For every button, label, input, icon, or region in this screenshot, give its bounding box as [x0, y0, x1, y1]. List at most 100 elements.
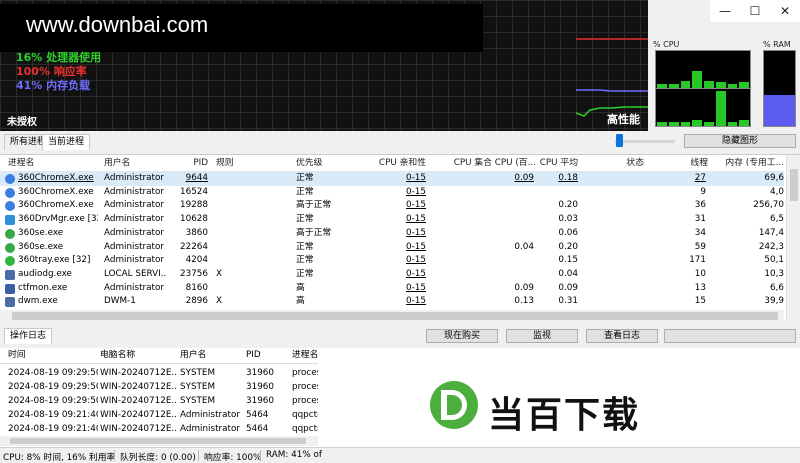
process-affinity: 0-15 — [406, 268, 426, 279]
process-cpu-avg: 0.03 — [558, 214, 578, 225]
log-col-process[interactable]: 进程名 — [292, 348, 318, 362]
process-name: 360ChromeX.exe — [18, 200, 94, 211]
log-cell: proces — [292, 396, 318, 406]
process-cpu-avg: 0.20 — [558, 241, 578, 252]
table-row[interactable]: 360ChromeX.exe Administrator 16524 正常 0-15 9 4… — [0, 186, 784, 200]
table-row[interactable]: 360se.exe Administrator 3860 高于正常 0-15 0.06 34… — [0, 227, 784, 241]
log-cell: 2024-08-19 09:29:50 — [8, 382, 98, 392]
table-row[interactable]: 360ChromeX.exe Administrator 9644 正常 0-15 0.0… — [0, 172, 784, 186]
process-pid: 8160 — [185, 282, 208, 293]
maximize-button[interactable]: ☐ — [740, 0, 770, 22]
status-response: 响应率: 100% — [204, 453, 262, 463]
process-user: LOCAL SERVI... — [104, 268, 166, 279]
view-log-button[interactable]: 查看日志 — [586, 329, 658, 343]
process-threads: 36 — [694, 200, 706, 211]
graph-zoom-slider[interactable] — [615, 133, 675, 149]
buy-now-button[interactable]: 现在购买 — [426, 329, 498, 343]
status-cpu: CPU: 8% 时间, 16% 利用率 — [3, 453, 116, 463]
process-memory: 10,3 — [764, 268, 784, 279]
log-row[interactable]: 2024-08-19 09:29:50 WIN-20240712E... SYSTE… — [0, 380, 318, 394]
power-mode-label[interactable]: 高性能 — [607, 111, 640, 127]
process-user: Administrator — [104, 282, 164, 293]
log-cell: WIN-20240712E... — [100, 396, 178, 406]
col-cpu[interactable]: CPU (百... — [494, 157, 536, 171]
hide-graph-button[interactable]: 隐藏图形 — [684, 134, 796, 148]
tab-operation-log[interactable]: 操作日志 — [4, 328, 53, 344]
process-affinity: 0-15 — [406, 200, 426, 211]
minimize-button[interactable]: — — [710, 0, 740, 22]
process-cpu-avg: 0.09 — [558, 282, 578, 293]
col-state[interactable]: 状态 — [604, 157, 644, 171]
process-cpu-avg: 0.06 — [558, 227, 578, 238]
log-col-pid[interactable]: PID — [246, 348, 261, 362]
log-row[interactable]: 2024-08-19 09:29:50 WIN-20240712E... SYSTE… — [0, 394, 318, 408]
logo-text: 当百下载 — [488, 395, 641, 436]
process-memory: 69,6 — [764, 173, 784, 183]
process-cpu-avg: 0.18 — [558, 173, 578, 183]
log-col-user[interactable]: 用户名 — [180, 348, 206, 362]
log-row[interactable]: 2024-08-19 09:29:50 WIN-20240712E... SYSTE… — [0, 366, 318, 380]
cpu-core-bar — [727, 122, 738, 126]
table-row[interactable]: 360ChromeX.exe Administrator 19288 高于正常 0-15… — [0, 199, 784, 213]
process-memory: 4,0 — [770, 186, 784, 197]
col-memory[interactable]: 内存 (专用工... — [714, 157, 784, 171]
col-cpuset[interactable]: CPU 集合 — [440, 157, 492, 171]
scroll-thumb[interactable] — [12, 312, 778, 320]
log-horizontal-scrollbar[interactable] — [0, 436, 318, 446]
chrome-icon — [5, 187, 15, 198]
process-memory: 242,3 — [758, 241, 784, 252]
table-row[interactable]: ctfmon.exe Administrator 8160 高 0-15 0.09 0.09… — [0, 282, 784, 296]
col-process-name[interactable]: 进程名 — [8, 157, 34, 171]
process-name: 360se.exe — [18, 241, 64, 252]
log-cell: 5464 — [246, 424, 269, 434]
col-rule[interactable]: 规则 — [216, 157, 234, 171]
col-threads[interactable]: 线程 — [670, 157, 708, 171]
process-priority: 正常 — [296, 268, 314, 279]
process-affinity: 0-15 — [406, 173, 426, 183]
table-row[interactable]: dwm.exe DWM-1 2896 X 高 0-15 0.13 0.31 15 39,9 — [0, 295, 784, 309]
scroll-thumb[interactable] — [10, 438, 306, 444]
process-vertical-scrollbar[interactable] — [786, 155, 800, 320]
cpu-meter-top — [655, 50, 751, 89]
log-col-computer[interactable]: 电脑名称 — [100, 348, 135, 362]
memory-load-label: 41% 内存负载 — [16, 79, 91, 92]
process-pid: 4204 — [185, 255, 208, 266]
close-button[interactable]: ✕ — [770, 0, 800, 22]
process-cpu: 0.09 — [514, 282, 534, 293]
slider-thumb[interactable] — [616, 134, 623, 147]
table-row[interactable]: 360DrvMgr.exe [32] Administrator 10628 正常 0-… — [0, 213, 784, 227]
process-user: Administrator — [104, 200, 164, 211]
process-cpu-avg: 0.15 — [558, 255, 578, 266]
col-user[interactable]: 用户名 — [104, 157, 130, 171]
log-cell: SYSTEM — [180, 396, 216, 406]
col-cpu-avg[interactable]: CPU 平均 — [538, 157, 578, 171]
process-priority: 正常 — [296, 186, 314, 197]
process-horizontal-scrollbar[interactable] — [0, 310, 784, 322]
log-blank-button[interactable] — [664, 329, 796, 343]
process-priority: 高于正常 — [296, 200, 332, 211]
monitor-button[interactable]: 监视 — [506, 329, 578, 343]
log-row[interactable]: 2024-08-19 09:21:40 WIN-20240712E... Admin… — [0, 408, 318, 422]
table-row[interactable]: audiodg.exe LOCAL SERVI... 23756 X 正常 0-15 0.0… — [0, 268, 784, 282]
cpu-meter-bottom — [655, 88, 751, 127]
log-col-time[interactable]: 时间 — [8, 348, 26, 362]
process-user: Administrator — [104, 173, 164, 183]
table-row[interactable]: 360tray.exe [32] Administrator 4204 正常 0-15 0… — [0, 254, 784, 268]
col-priority[interactable]: 优先级 — [296, 157, 322, 171]
process-pid: 16524 — [180, 186, 208, 197]
tab-current-processes[interactable]: 当前进程 — [42, 134, 91, 150]
log-cell: proces — [292, 382, 318, 392]
process-rule: X — [216, 296, 223, 307]
process-name: 360ChromeX.exe — [18, 173, 94, 183]
process-threads: 15 — [694, 296, 706, 307]
table-row[interactable]: 360se.exe Administrator 22264 正常 0-15 0.04 0.2… — [0, 241, 784, 255]
log-cell: 2024-08-19 09:29:50 — [8, 368, 98, 378]
browser-icon — [5, 242, 15, 253]
status-bar: CPU: 8% 时间, 16% 利用率 队列长度: 0 (0.00) 响应率: … — [0, 447, 800, 463]
process-lasso-window: www.downbai.com 16% 处理器使用 100% 响应率 41% 内… — [0, 0, 800, 463]
col-affinity[interactable]: CPU 亲和性 — [370, 157, 426, 171]
process-memory: 147,4 — [758, 227, 784, 238]
scroll-thumb[interactable] — [790, 169, 798, 201]
col-pid[interactable]: PID — [168, 157, 208, 171]
log-row[interactable]: 2024-08-19 09:21:40 WIN-20240712E... Admin… — [0, 422, 318, 436]
